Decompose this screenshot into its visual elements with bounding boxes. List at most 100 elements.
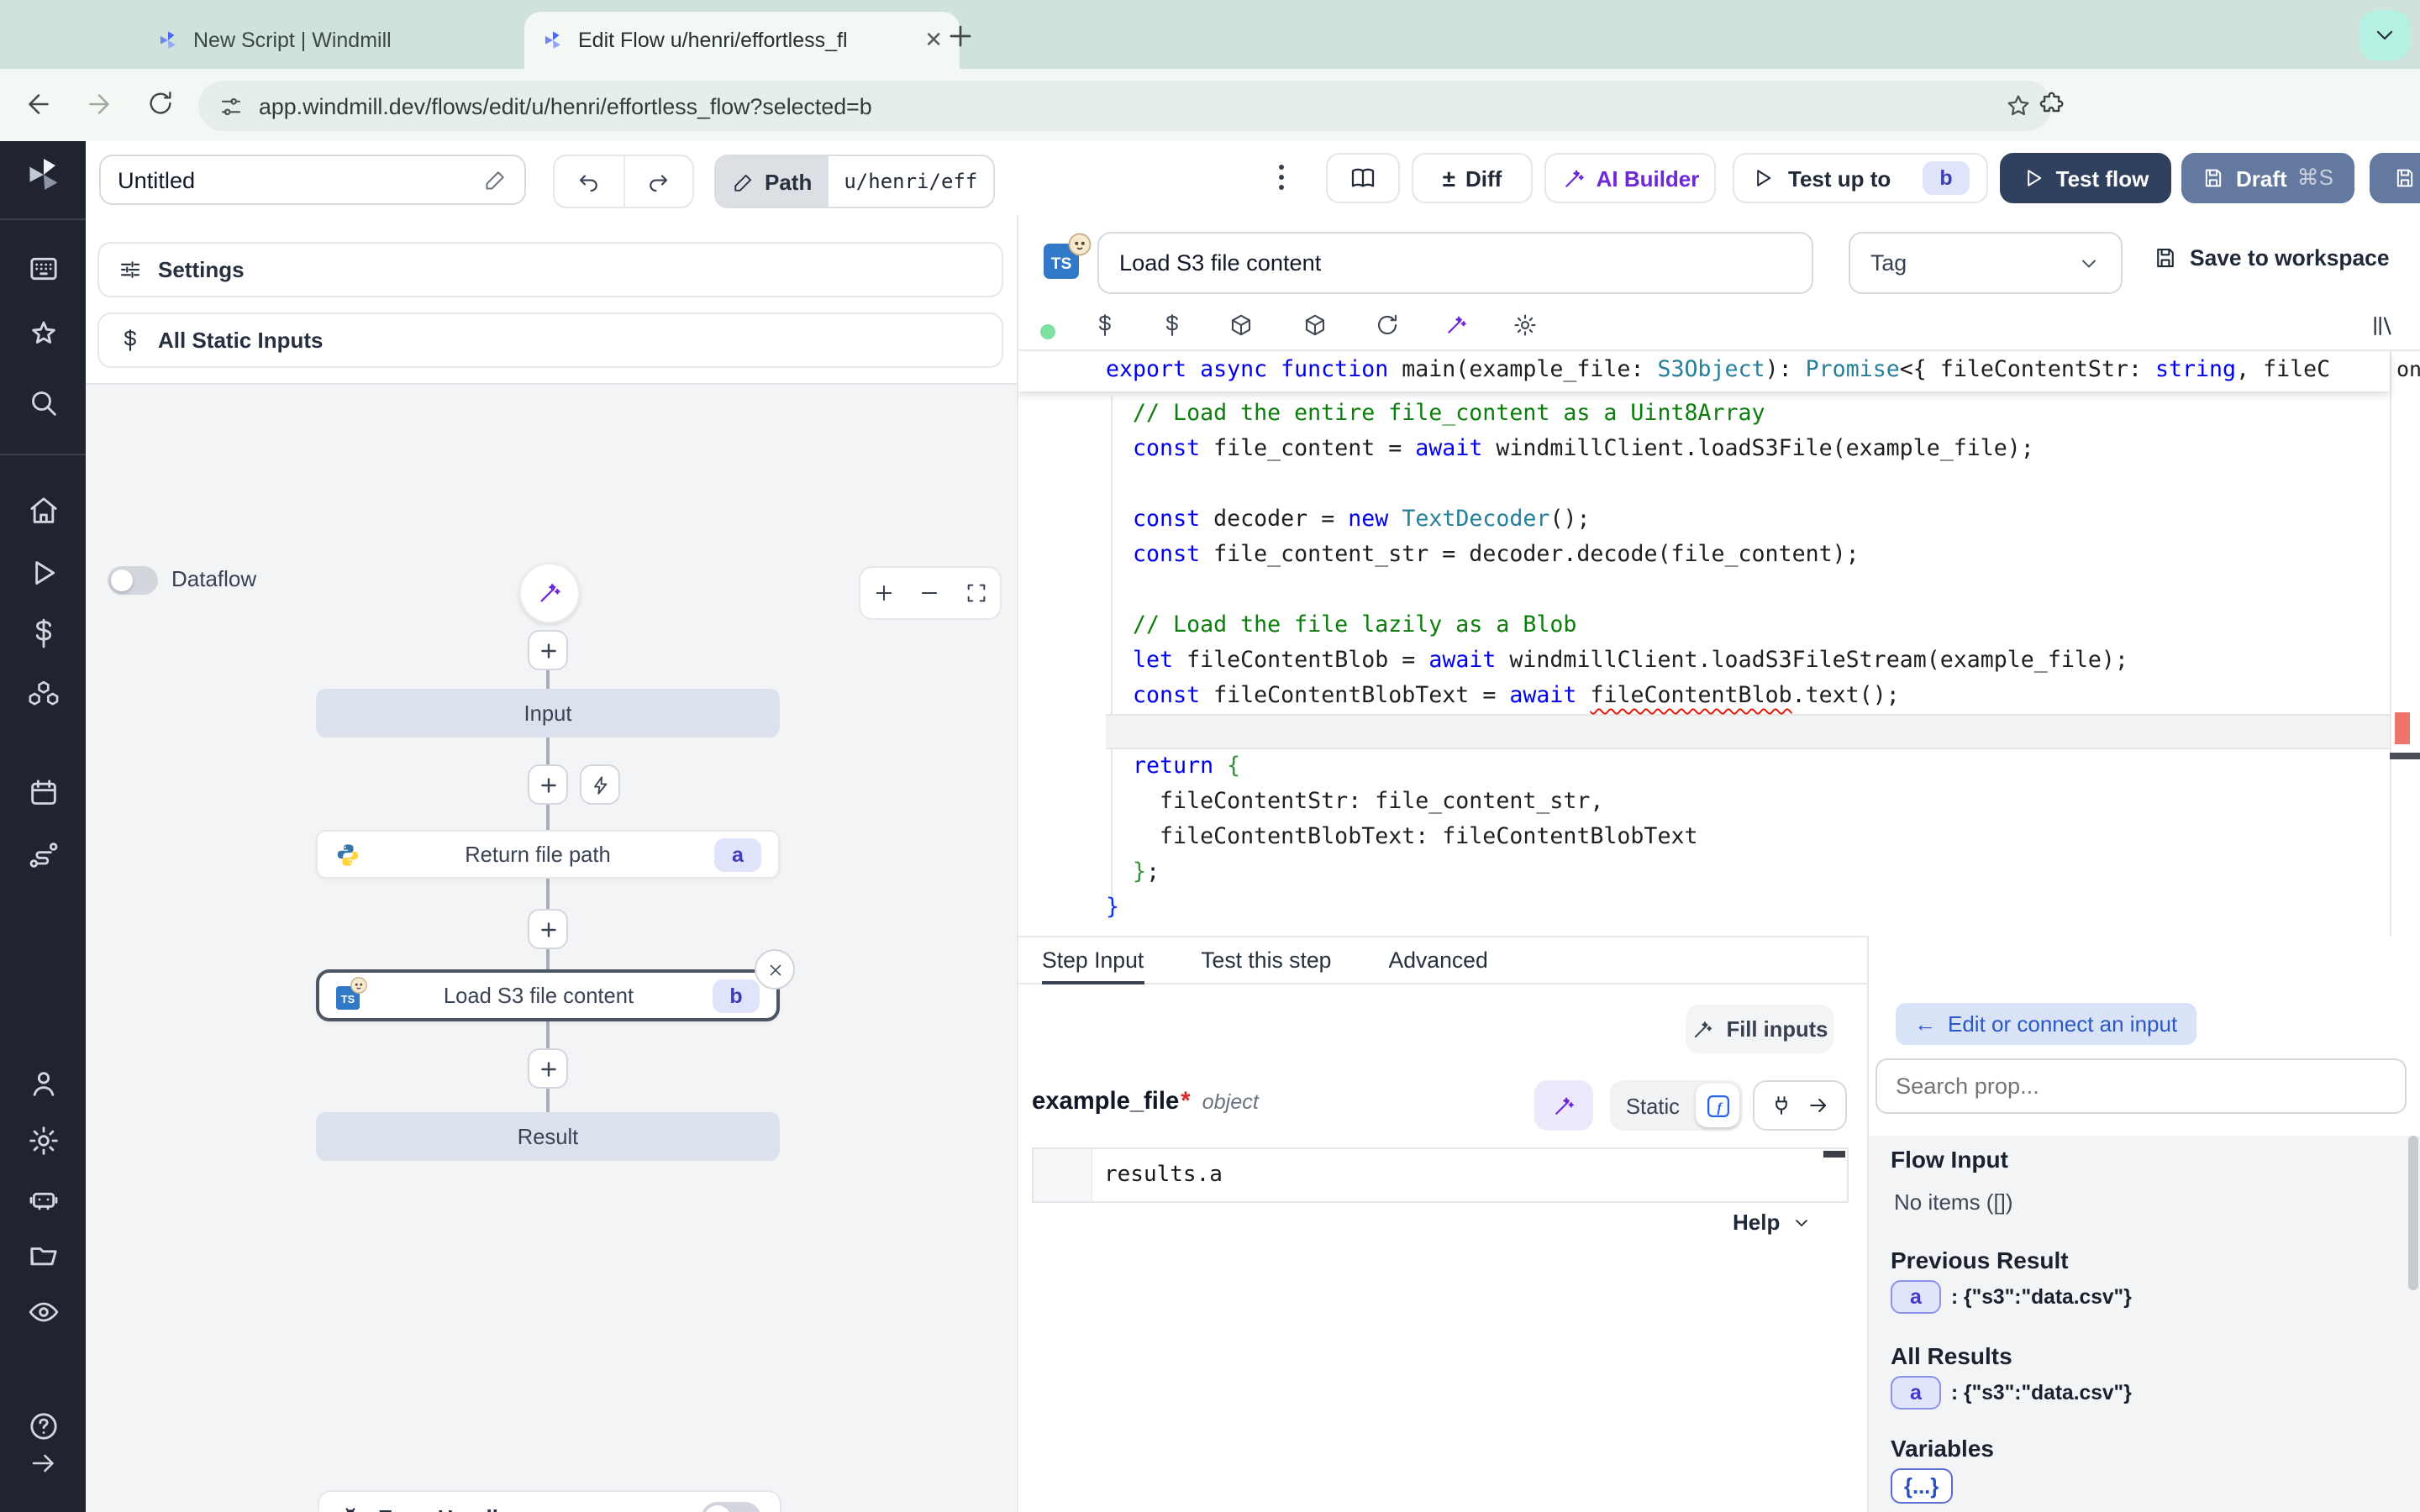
edit-or-connect-pill[interactable]: ← Edit or connect an input (1896, 1003, 2196, 1045)
flow-graph-canvas[interactable]: Dataflow Input (86, 385, 1017, 1512)
test-flow-label: Test flow (2056, 165, 2149, 191)
step-name-input[interactable]: Load S3 file content (1097, 232, 1813, 294)
sidebar-user-icon[interactable] (26, 1067, 60, 1100)
diff-button[interactable]: ±Diff (1412, 153, 1533, 203)
back-icon[interactable] (24, 89, 54, 119)
bookmark-star-icon[interactable] (2005, 92, 2032, 119)
fill-inputs-button[interactable]: Fill inputs (1686, 1005, 1833, 1053)
sidebar-variables-dollar-icon[interactable] (26, 617, 60, 650)
add-trigger-button[interactable] (580, 764, 620, 805)
windmill-logo-icon[interactable] (23, 155, 63, 203)
deploy-button[interactable]: Deploy (2370, 153, 2420, 203)
docs-book-button[interactable] (1326, 153, 1400, 203)
editor-settings-gear-icon[interactable] (1512, 312, 1538, 338)
package-icon-2[interactable] (1302, 312, 1328, 338)
sidebar-favorites-star-icon[interactable] (26, 318, 60, 351)
graph-ai-wand-button[interactable] (519, 563, 580, 623)
ai-wand-icon[interactable] (1444, 312, 1469, 338)
scroll-position-marker[interactable] (2390, 753, 2420, 759)
result-a-badge[interactable]: a (1891, 1376, 1941, 1410)
ai-fill-field-button[interactable] (1534, 1080, 1593, 1131)
sidebar-runs-play-icon[interactable] (26, 556, 60, 590)
remove-step-button[interactable] (755, 949, 795, 990)
new-tab-button[interactable] (944, 20, 976, 52)
reload-icon[interactable] (146, 89, 175, 118)
tag-select[interactable]: Tag (1849, 232, 2123, 294)
zoom-out-minus-icon[interactable] (918, 581, 942, 605)
sidebar-apps-icon[interactable] (26, 252, 60, 286)
step-node-a[interactable]: Return file path a (316, 830, 780, 879)
tab-step-input[interactable]: Step Input (1042, 937, 1144, 983)
reload-assets-icon[interactable] (1375, 312, 1400, 338)
fit-view-icon[interactable] (965, 581, 988, 605)
test-up-to-button[interactable]: Test up to b (1733, 153, 1988, 203)
flow-input-node[interactable]: Input (316, 689, 780, 738)
all-results-row[interactable]: a : {"s3":"data.csv"} (1891, 1376, 2132, 1410)
sidebar-settings-gear-icon[interactable] (26, 1124, 60, 1158)
undo-button[interactable] (555, 156, 624, 207)
step-a-badge: a (714, 837, 761, 871)
tab-test-this-step[interactable]: Test this step (1201, 937, 1331, 983)
scrollbar-thumb[interactable] (2408, 1136, 2418, 1290)
contextual-dollar-icon[interactable] (1160, 312, 1185, 338)
tab-advanced[interactable]: Advanced (1388, 937, 1487, 983)
javascript-expr-segment[interactable]: f (1696, 1084, 1739, 1127)
sidebar-help-icon[interactable] (26, 1410, 60, 1443)
variables-badge[interactable]: {...} (1891, 1468, 1952, 1504)
expr-value: results.a (1092, 1149, 1847, 1201)
zoom-in-plus-icon[interactable] (872, 581, 896, 605)
error-handler-card[interactable]: Error Handler (318, 1490, 781, 1512)
previous-result-row[interactable]: a : {"s3":"data.csv"} (1891, 1280, 2132, 1314)
tab-search-button[interactable] (2360, 10, 2410, 60)
path-label-segment[interactable]: Path (716, 156, 829, 207)
dataflow-toggle[interactable] (108, 566, 158, 595)
variables-dollar-icon[interactable] (1092, 312, 1118, 338)
site-settings-icon[interactable] (218, 93, 244, 118)
flow-result-node[interactable]: Result (316, 1112, 780, 1161)
wrapped-code-fragment: on (2396, 356, 2420, 381)
static-mode-segment[interactable]: Static (1610, 1093, 1696, 1118)
result-a-badge[interactable]: a (1891, 1280, 1941, 1314)
forward-icon[interactable] (84, 89, 114, 119)
sidebar-schedules-calendar-icon[interactable] (26, 776, 60, 810)
expr-editor[interactable]: results.a (1032, 1147, 1849, 1203)
help-dropdown[interactable]: Help (1733, 1210, 1812, 1235)
connect-input-pill[interactable] (1753, 1080, 1847, 1131)
sidebar-audit-eye-icon[interactable] (26, 1295, 60, 1329)
path-value[interactable]: u/henri/eff (829, 156, 992, 207)
step-node-b-selected[interactable]: TS Load S3 file content b (316, 969, 780, 1021)
add-step-button-top[interactable] (528, 630, 568, 670)
sidebar-collapse-arrow-icon[interactable] (28, 1448, 58, 1478)
sidebar-resources-cubes-icon[interactable] (26, 677, 60, 711)
add-step-button-1[interactable] (528, 764, 568, 805)
address-bar[interactable]: app.windmill.dev/flows/edit/u/henri/effo… (198, 81, 2052, 131)
sidebar-folders-icon[interactable] (26, 1238, 60, 1272)
test-flow-button[interactable]: Test flow (2000, 153, 2171, 203)
sidebar-flows-route-icon[interactable] (26, 838, 60, 872)
settings-label: Settings (158, 257, 245, 282)
flow-name-input[interactable]: Untitled (99, 155, 526, 205)
search-prop-input[interactable] (1876, 1058, 2407, 1114)
ai-builder-button[interactable]: AI Builder (1544, 153, 1716, 203)
sidebar-workers-robot-icon[interactable] (26, 1183, 60, 1216)
toolbar-more-icon[interactable] (1279, 165, 1284, 190)
package-icon[interactable] (1228, 312, 1254, 338)
extensions-puzzle-icon[interactable] (2039, 91, 2067, 119)
save-to-workspace-button[interactable]: Save to workspace (2153, 245, 2390, 270)
sidebar-search-icon[interactable] (26, 386, 60, 420)
redo-button[interactable] (624, 156, 692, 207)
path-control[interactable]: Path u/henri/eff (714, 155, 994, 208)
draft-button[interactable]: Draft ⌘S (2181, 153, 2354, 203)
all-static-inputs-button[interactable]: All Static Inputs (97, 312, 1003, 368)
error-handler-toggle[interactable] (701, 1501, 761, 1512)
flow-settings-button[interactable]: Settings (97, 242, 1003, 297)
code-editor[interactable]: // Load the entire file_content as a Uin… (1018, 351, 2420, 936)
add-step-button-3[interactable] (528, 1048, 568, 1089)
plug-icon (1769, 1094, 1792, 1117)
tab-close-icon[interactable]: ✕ (924, 27, 943, 54)
browser-tab-edit-flow[interactable]: Edit Flow u/henri/effortless_fl ✕ (524, 12, 960, 69)
browser-tab-new-script[interactable]: New Script | Windmill ✕ (139, 12, 558, 69)
sidebar-home-icon[interactable] (26, 494, 60, 528)
library-panel-icon[interactable] (2370, 312, 2396, 339)
add-step-button-2[interactable] (528, 909, 568, 949)
